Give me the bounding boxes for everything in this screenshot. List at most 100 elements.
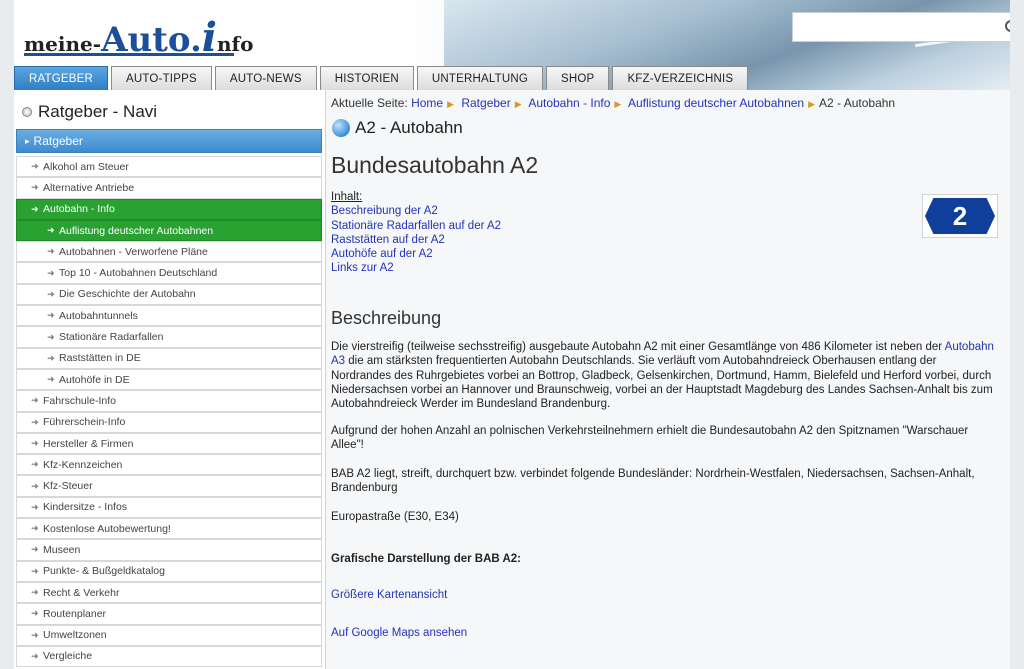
breadcrumb-link[interactable]: Auflistung deutscher Autobahnen <box>628 96 804 110</box>
sidebar-item-label: Routenplaner <box>43 607 107 620</box>
sidebar-item-label: Hersteller & Firmen <box>43 437 134 450</box>
paragraph-europastrasse: Europastraße (E30, E34) <box>331 511 459 523</box>
sidebar-item[interactable]: ➜ Raststätten in DE <box>16 347 322 369</box>
sidebar-item[interactable]: ➜ Fahrschule-Info <box>16 390 322 412</box>
sidebar-item-label: Auflistung deutscher Autobahnen <box>59 224 214 237</box>
sidebar-item-label: Autohöfe in DE <box>59 373 130 386</box>
arrow-right-icon: ➜ <box>31 161 39 172</box>
arrow-right-icon: ➜ <box>31 416 39 427</box>
paragraph-states: BAB A2 liegt, streift, durchquert bzw. v… <box>331 468 975 495</box>
arrow-right-icon: ➜ <box>31 544 39 555</box>
sidebar-item-label: Autobahntunnels <box>59 309 138 322</box>
sidebar-item-label: Fahrschule-Info <box>43 394 116 407</box>
main-nav: RATGEBER AUTO-TIPPS AUTO-NEWS HISTORIEN … <box>14 66 749 90</box>
toc-link-links[interactable]: Links zur A2 <box>331 261 501 275</box>
sidebar-item[interactable]: ➜ Kfz-Steuer <box>16 475 322 497</box>
search-box <box>792 12 1010 42</box>
sidebar-item-label: Kfz-Steuer <box>43 480 93 493</box>
tab-auto-tipps[interactable]: AUTO-TIPPS <box>111 66 212 90</box>
sidebar-item[interactable]: ➜ Vergleiche <box>16 645 322 668</box>
sidebar-item[interactable]: ➜ Hersteller & Firmen <box>16 432 322 455</box>
sidebar-item-label: Kostenlose Autobewertung! <box>43 522 171 535</box>
sidebar-item[interactable]: ➜ Museen <box>16 539 322 561</box>
autobahn-number: 2 <box>925 198 995 234</box>
arrow-right-icon: ➜ <box>31 629 39 640</box>
sidebar-item[interactable]: ➜ Top 10 - Autobahnen Deutschland <box>16 262 322 284</box>
arrow-right-icon: ➜ <box>47 352 55 363</box>
arrow-right-icon: ➜ <box>31 523 39 534</box>
sidebar-item[interactable]: ➜ Routenplaner <box>16 603 322 625</box>
arrow-right-icon: ➜ <box>31 587 39 598</box>
arrow-right-icon: ➜ <box>47 374 55 385</box>
sidebar-item[interactable]: ➜ Führerschein-Info <box>16 411 322 433</box>
search-input[interactable] <box>793 13 993 41</box>
breadcrumb-link[interactable]: Ratgeber <box>461 96 510 110</box>
arrow-right-icon: ➜ <box>31 608 39 619</box>
tab-shop[interactable]: SHOP <box>546 66 610 90</box>
sidebar-item-label: Alternative Antriebe <box>43 181 135 194</box>
tab-unterhaltung[interactable]: UNTERHALTUNG <box>416 66 544 90</box>
arrow-right-icon: ➜ <box>31 203 39 214</box>
logo-underline <box>24 53 234 56</box>
sidebar-item[interactable]: ➜ Punkte- & Bußgeldkatalog <box>16 560 322 582</box>
sidebar-item[interactable]: ➜ Die Geschichte der Autobahn <box>16 283 322 306</box>
sidebar-item[interactable]: ➜ Auflistung deutscher Autobahnen <box>16 219 322 242</box>
tab-auto-news[interactable]: AUTO-NEWS <box>214 66 317 90</box>
sidebar-item[interactable]: ➜ Umweltzonen <box>16 624 322 646</box>
sidebar-item[interactable]: ➜ Autobahnen - Verworfene Pläne <box>16 241 322 263</box>
breadcrumb-link[interactable]: Autobahn - Info <box>528 96 610 110</box>
toc-link-radarfallen[interactable]: Stationäre Radarfallen auf der A2 <box>331 219 501 233</box>
search-icon[interactable] <box>1005 20 1010 32</box>
arrow-right-icon: ➜ <box>47 246 55 257</box>
arrow-right-icon: ➜ <box>31 459 39 470</box>
sidebar-item[interactable]: ➜ Kindersitze - Infos <box>16 496 322 519</box>
breadcrumb-separator-icon: ▶ <box>614 99 622 109</box>
sidebar-title: Ratgeber - Navi <box>22 102 157 122</box>
caret-right-icon: ▸ <box>25 135 30 146</box>
arrow-right-icon: ➜ <box>31 182 39 193</box>
google-maps-link[interactable]: Auf Google Maps ansehen <box>331 627 467 639</box>
arrow-right-icon: ➜ <box>31 480 39 491</box>
tab-kfz-verzeichnis[interactable]: KFZ-VERZEICHNIS <box>612 66 749 90</box>
sidebar-item[interactable]: ➜ Autobahntunnels <box>16 305 322 327</box>
toc-link-autohoefe[interactable]: Autohöfe auf der A2 <box>331 247 501 261</box>
sidebar-item-label: Top 10 - Autobahnen Deutschland <box>59 267 218 280</box>
sidebar-item[interactable]: ➜ Recht & Verkehr <box>16 581 322 604</box>
sidebar-item-label: Raststätten in DE <box>59 352 141 365</box>
tab-historien[interactable]: HISTORIEN <box>319 66 414 90</box>
toc-link-raststaetten[interactable]: Raststätten auf der A2 <box>331 233 501 247</box>
tab-ratgeber[interactable]: RATGEBER <box>14 66 109 90</box>
page-heading: A2 - Autobahn <box>332 118 463 138</box>
sidebar: Ratgeber - Navi ▸ Ratgeber ➜ Alkohol am S… <box>14 90 326 669</box>
arrow-right-icon: ➜ <box>47 310 55 321</box>
sidebar-item[interactable]: ➜ Autobahn - Info <box>16 198 322 220</box>
paragraph-description: Die vierstreifig (teilweise sechsstreifi… <box>331 340 999 411</box>
sidebar-item-label: Recht & Verkehr <box>43 586 120 599</box>
sidebar-item[interactable]: ➜ Alternative Antriebe <box>16 177 322 199</box>
map-heading: Grafische Darstellung der BAB A2: <box>331 553 522 565</box>
larger-map-link[interactable]: Größere Kartenansicht <box>331 589 447 601</box>
sidebar-item[interactable]: ➜ Alkohol am Steuer <box>16 156 322 178</box>
site-logo[interactable]: meine- Auto. i nfo <box>24 8 253 68</box>
arrow-right-icon: ➜ <box>31 395 39 406</box>
arrow-right-icon: ➜ <box>31 650 39 661</box>
p1-start: Die vierstreifig (teilweise sechsstreifi… <box>331 341 945 353</box>
sidebar-item[interactable]: ➜ Kfz-Kennzeichen <box>16 454 322 476</box>
sidebar-item-label: Alkohol am Steuer <box>43 160 129 173</box>
toc-link-beschreibung[interactable]: Beschreibung der A2 <box>331 204 501 218</box>
arrow-right-icon: ➜ <box>31 501 39 512</box>
sidebar-item[interactable]: ➜ Kostenlose Autobewertung! <box>16 518 322 540</box>
main-content: Aktuelle Seite: Home ▶ Ratgeber ▶ Autobahn… <box>326 90 1010 669</box>
sidebar-item-label: Vergleiche <box>43 650 93 663</box>
sidebar-item-label: Kindersitze - Infos <box>43 501 128 514</box>
sidebar-item-label: Punkte- & Bußgeldkatalog <box>43 565 165 578</box>
sidebar-section-header[interactable]: ▸ Ratgeber <box>16 129 322 153</box>
table-of-contents: Inhalt: Beschreibung der A2 Stationäre R… <box>331 190 501 276</box>
sidebar-item-label: Autobahnen - Verworfene Pläne <box>59 245 208 258</box>
sidebar-item[interactable]: ➜ Stationäre Radarfallen <box>16 326 322 348</box>
arrow-right-icon: ➜ <box>47 267 55 278</box>
sidebar-item[interactable]: ➜ Autohöfe in DE <box>16 368 322 391</box>
breadcrumb-separator-icon: ▶ <box>447 99 454 109</box>
breadcrumb-link[interactable]: Home <box>411 96 443 110</box>
arrow-right-icon: ➜ <box>31 438 39 448</box>
